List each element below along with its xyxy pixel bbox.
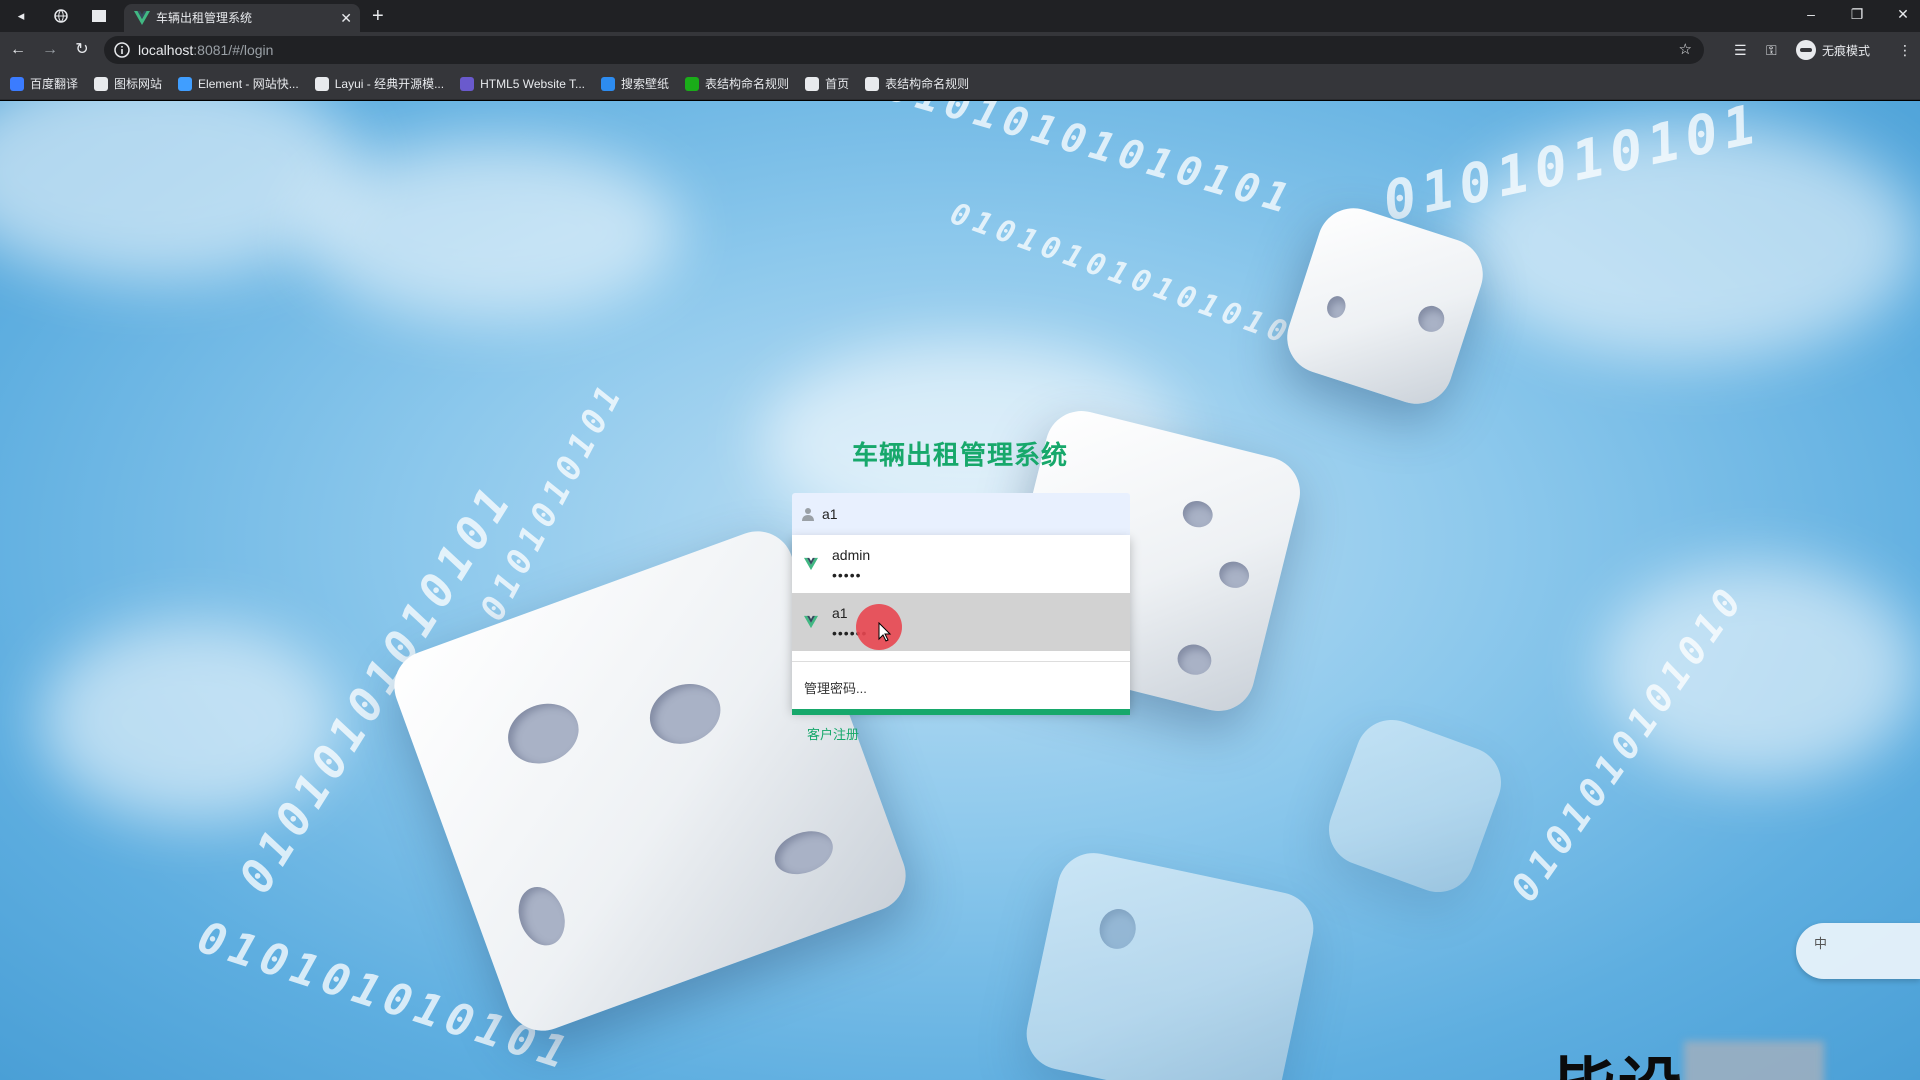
back-arrow-icon[interactable]: ← <box>6 38 30 62</box>
browser-tab-strip: ◂ 车辆出租管理系统 ✕ + – ❐ ✕ <box>0 0 1920 32</box>
url-host: localhost <box>138 42 194 58</box>
binary-stream: 0101010101010101 <box>945 196 1320 361</box>
autofill-password: ••••• <box>832 567 862 583</box>
bookmark-label: 首页 <box>825 77 850 91</box>
bookmark-item[interactable]: Layui - 经典开源模... <box>314 75 445 92</box>
bookmark-label: 表结构命名规则 <box>705 77 790 91</box>
forward-arrow-icon[interactable]: → <box>38 38 62 62</box>
incognito-icon <box>1796 40 1816 60</box>
reading-list-icon[interactable]: ☰ <box>1734 38 1747 62</box>
bookmark-item[interactable]: HTML5 Website T... <box>460 76 586 91</box>
bookmark-favicon-icon <box>460 76 475 91</box>
bookmark-label: 搜索壁纸 <box>621 77 670 91</box>
dice-pip <box>1095 905 1140 953</box>
tab-title: 车辆出租管理系统 <box>156 11 253 25</box>
bookmark-item[interactable]: 首页 <box>805 75 849 92</box>
binary-stream: 01010101010101 <box>881 101 1300 225</box>
dice-pip <box>641 674 729 754</box>
tab-active[interactable]: 车辆出租管理系统 ✕ <box>124 4 360 32</box>
url-text[interactable]: localhost:8081/#/login <box>138 36 273 64</box>
bookmark-favicon-icon <box>865 76 880 91</box>
browser-toolbar: ← → ↻ localhost:8081/#/login ☆ ☰ ⚿ 无痕模式 … <box>0 32 1920 68</box>
username-field[interactable] <box>792 493 1130 535</box>
close-window-button[interactable]: ✕ <box>1880 2 1920 26</box>
autofill-dropdown: admin ••••• a1 •••••• 管理密码... <box>792 535 1130 709</box>
restore-button[interactable]: ❐ <box>1834 2 1880 26</box>
bookmark-item[interactable]: Element - 网站快... <box>178 75 299 92</box>
bookmark-label: HTML5 Website T... <box>480 76 586 91</box>
bookmark-item[interactable]: 图标网站 <box>94 75 162 92</box>
username-input[interactable] <box>822 501 1112 527</box>
cloud <box>300 141 680 321</box>
url-path: :8081/#/login <box>193 42 274 58</box>
bookmark-label: 百度翻译 <box>30 77 79 91</box>
incognito-indicator[interactable]: 无痕模式 <box>1796 38 1870 62</box>
bookmark-item[interactable]: 百度翻译 <box>10 75 78 92</box>
bookmark-label: Layui - 经典开源模... <box>334 77 445 91</box>
key-icon[interactable]: ⚿ <box>1766 38 1777 62</box>
autofill-item-a1[interactable]: a1 •••••• <box>792 593 1130 651</box>
dice-pip <box>499 694 588 774</box>
bookmarks-bar: 百度翻译 图标网站 Element - 网站快... Layui - 经典开源模...… <box>0 68 1920 100</box>
minimize-button[interactable]: – <box>1788 2 1834 26</box>
info-icon[interactable] <box>114 42 130 58</box>
bookmark-star-icon[interactable]: ☆ <box>1679 36 1692 64</box>
bookmark-item[interactable]: 表结构命名规则 <box>685 75 789 92</box>
vue-logo-icon <box>134 11 150 25</box>
tab-search-icon[interactable]: ◂ <box>10 6 32 26</box>
new-tab-button[interactable]: + <box>372 4 384 28</box>
globe-icon[interactable] <box>50 6 72 26</box>
bookmark-label: 图标网站 <box>114 77 163 91</box>
watermark-text: 毕设 <box>1552 1037 1684 1080</box>
login-button[interactable] <box>792 709 1130 715</box>
tab-close-icon[interactable]: ✕ <box>340 4 352 32</box>
bookmark-favicon-icon <box>685 76 700 91</box>
incognito-label: 无痕模式 <box>1822 43 1871 58</box>
ime-widget[interactable]: 中 <box>1796 923 1920 979</box>
bookmark-label: Element - 网站快... <box>198 77 299 91</box>
bookmark-item[interactable]: 表结构命名规则 <box>865 75 969 92</box>
bookmark-favicon-icon <box>314 76 329 91</box>
window-icon[interactable] <box>88 6 110 26</box>
dice-pip <box>1216 558 1252 592</box>
autofill-username: admin <box>832 547 871 563</box>
dice-pip <box>768 823 839 882</box>
bookmark-label: 表结构命名规则 <box>885 77 970 91</box>
bookmark-favicon-icon <box>805 76 820 91</box>
reload-icon[interactable]: ↻ <box>70 38 94 62</box>
autofill-username: a1 <box>832 605 848 621</box>
page-title: 车辆出租管理系统 <box>851 440 1068 470</box>
vue-logo-icon <box>804 557 818 571</box>
ime-mode-label: 中 <box>1814 936 1828 951</box>
mouse-cursor-icon <box>878 622 892 642</box>
manage-passwords-link[interactable]: 管理密码... <box>804 678 867 697</box>
autofill-item-admin[interactable]: admin ••••• <box>792 535 1130 593</box>
bookmark-favicon-icon <box>94 76 109 91</box>
dice-pip <box>1414 302 1448 336</box>
dice-image <box>1318 709 1512 903</box>
menu-kebab-icon[interactable]: ⋮ <box>1898 38 1912 62</box>
vue-logo-icon <box>804 615 818 629</box>
dice-pip <box>1174 641 1215 679</box>
dice-pip <box>1180 497 1216 531</box>
watermark-blur <box>1684 1041 1824 1080</box>
address-bar[interactable]: localhost:8081/#/login ☆ <box>104 36 1704 64</box>
register-link[interactable]: 客户注册 <box>807 724 859 743</box>
user-icon <box>802 508 814 521</box>
dice-pip <box>510 880 573 952</box>
bookmark-item[interactable]: 搜索壁纸 <box>601 75 669 92</box>
dice-image <box>1019 846 1321 1080</box>
divider <box>792 661 1130 662</box>
dice-pip <box>1324 293 1349 321</box>
bookmark-favicon-icon <box>601 76 616 91</box>
bookmark-favicon-icon <box>178 76 193 91</box>
bookmark-favicon-icon <box>10 76 24 91</box>
